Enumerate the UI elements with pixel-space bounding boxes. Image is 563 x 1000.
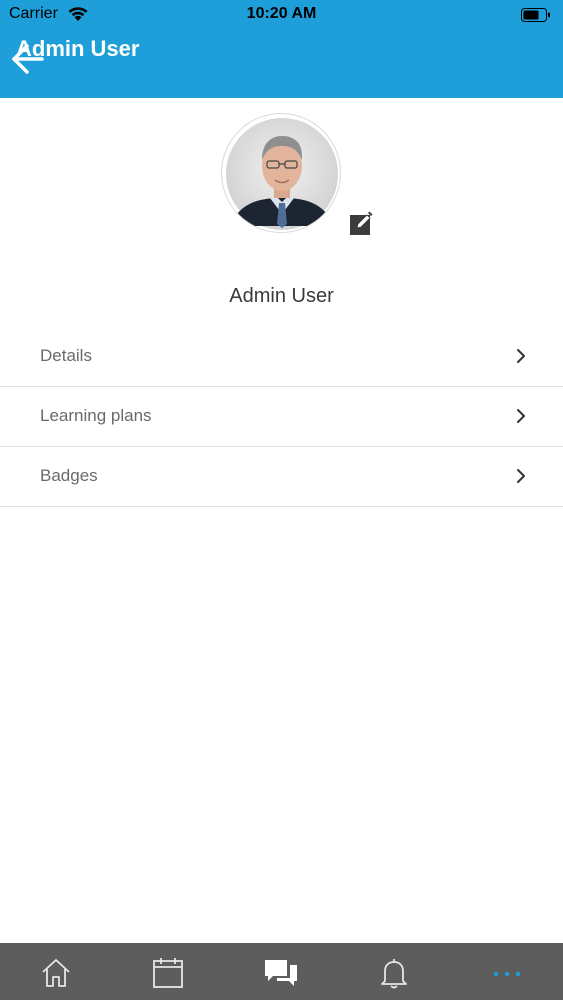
- tab-bar: [0, 943, 563, 1000]
- more-icon: [493, 971, 521, 977]
- menu-item-details[interactable]: Details: [0, 327, 563, 387]
- menu-item-badges[interactable]: Badges: [0, 447, 563, 507]
- status-bar: Carrier 10:20 AM: [0, 0, 563, 30]
- edit-icon[interactable]: [350, 211, 374, 235]
- menu-item-label: Details: [40, 346, 92, 365]
- messages-icon: [265, 960, 297, 986]
- chevron-right-icon: [516, 408, 526, 424]
- tab-more[interactable]: [451, 943, 563, 1000]
- tab-notifications[interactable]: [338, 943, 450, 1000]
- top-bar: Carrier 10:20 AM Admin User: [0, 0, 563, 98]
- battery-icon: [521, 7, 551, 22]
- home-icon: [42, 959, 70, 987]
- profile-screen: Carrier 10:20 AM Admin User Admin User D…: [0, 0, 563, 1000]
- bell-icon: [381, 959, 407, 989]
- tab-calendar[interactable]: [112, 943, 224, 1000]
- profile-name: Admin User: [229, 285, 334, 307]
- calendar-icon: [153, 958, 183, 988]
- chevron-right-icon: [516, 468, 526, 484]
- tab-messages[interactable]: [225, 943, 337, 1000]
- menu-item-label: Learning plans: [40, 406, 152, 425]
- chevron-right-icon: [516, 348, 526, 364]
- avatar[interactable]: [221, 113, 341, 233]
- profile-menu: Details Learning plans Badges: [0, 327, 563, 507]
- status-time: 10:20 AM: [246, 5, 317, 22]
- menu-item-learning-plans[interactable]: Learning plans: [0, 387, 563, 447]
- tab-home[interactable]: [0, 943, 112, 1000]
- menu-item-label: Badges: [40, 466, 98, 485]
- back-arrow-icon[interactable]: [10, 43, 44, 75]
